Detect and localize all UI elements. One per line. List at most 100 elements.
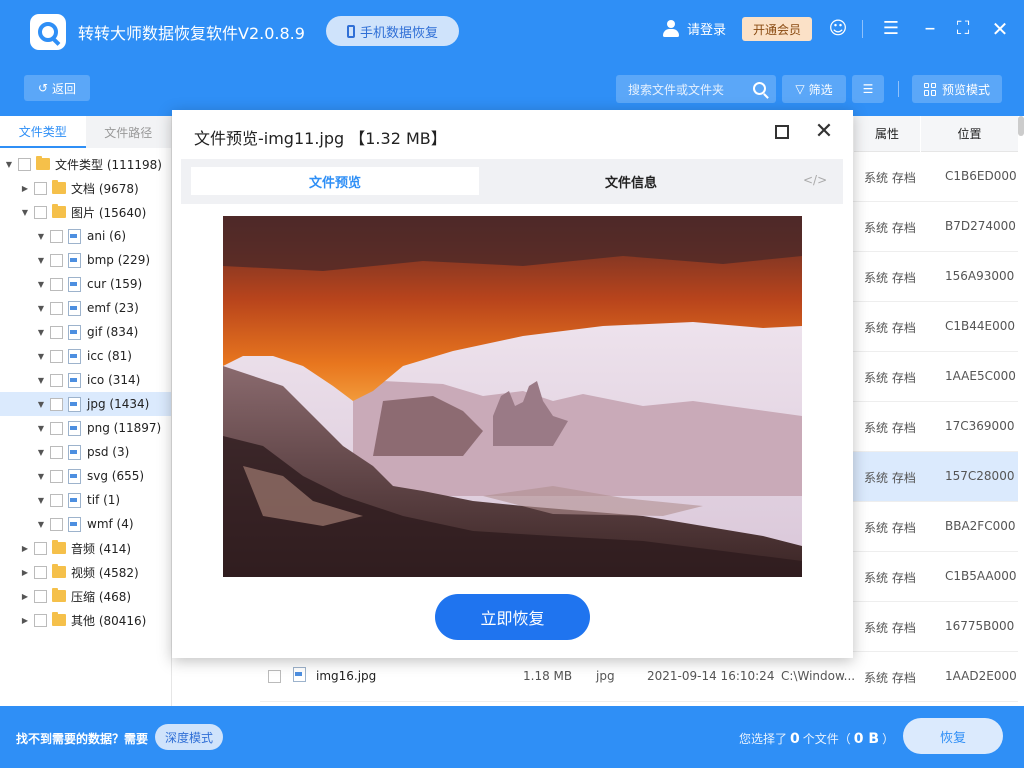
column-header-location[interactable]: 位置	[921, 116, 1018, 152]
maximize-icon[interactable]: ⛶	[953, 19, 973, 39]
chevron-down-icon[interactable]: ▼	[36, 496, 46, 505]
tree-checkbox[interactable]	[50, 253, 63, 267]
back-icon: ↺	[37, 81, 49, 95]
chevron-down-icon[interactable]: ▼	[36, 232, 46, 241]
minimize-icon[interactable]: –	[920, 18, 940, 40]
code-icon[interactable]: </>	[803, 173, 827, 187]
tree-item[interactable]: ▼ 图片 (15640)	[0, 200, 171, 224]
preview-mode-label: 预览模式	[941, 82, 990, 97]
chevron-right-icon[interactable]: ▶	[20, 568, 30, 577]
tree-item[interactable]: ▼ ani (6)	[0, 224, 171, 248]
tree-item[interactable]: ▼ png (11897)	[0, 416, 171, 440]
tab-file-type[interactable]: 文件类型	[0, 116, 86, 148]
tree-item[interactable]: ▼ psd (3)	[0, 440, 171, 464]
search-input[interactable]: 搜索文件或文件夹	[616, 75, 776, 103]
tree-checkbox[interactable]	[50, 229, 63, 243]
file-type-icon	[68, 324, 81, 340]
chevron-down-icon[interactable]: ▼	[20, 208, 30, 217]
tree-checkbox[interactable]	[50, 517, 63, 531]
recover-button[interactable]: 恢复	[903, 718, 1003, 754]
tree-checkbox[interactable]	[50, 445, 63, 459]
tree-item[interactable]: ▶ 视频 (4582)	[0, 560, 171, 584]
file-type-tree: ▼ 文件类型 (111198) ▶ 文档 (9678) ▼ 图片 (15640) ▼ ani …	[0, 148, 171, 632]
tree-item[interactable]: ▼ gif (834)	[0, 320, 171, 344]
tree-item[interactable]: ▼ icc (81)	[0, 344, 171, 368]
close-icon[interactable]: ✕	[990, 19, 1010, 39]
chevron-down-icon[interactable]: ▼	[36, 328, 46, 337]
maximize-icon[interactable]	[775, 125, 789, 139]
tab-file-path[interactable]: 文件路径	[85, 116, 171, 148]
tree-item[interactable]: ▼ emf (23)	[0, 296, 171, 320]
row-checkbox[interactable]	[268, 670, 281, 683]
chevron-right-icon[interactable]: ▶	[20, 592, 30, 601]
file-location: 16775B000	[945, 619, 1015, 633]
restore-now-button[interactable]: 立即恢复	[435, 594, 590, 640]
tree-checkbox[interactable]	[34, 181, 47, 195]
tree-item[interactable]: ▼ bmp (229)	[0, 248, 171, 272]
tree-checkbox[interactable]	[50, 277, 63, 291]
tree-checkbox[interactable]	[50, 493, 63, 507]
chevron-right-icon[interactable]: ▶	[20, 184, 30, 193]
advanced-search-icon[interactable]: ☰	[852, 75, 884, 103]
tree-item-label: 文件类型 (111198)	[55, 157, 162, 172]
file-attr: 系统 存档	[864, 371, 916, 385]
search-icon[interactable]	[753, 82, 766, 95]
tree-checkbox[interactable]	[50, 397, 63, 411]
tree-checkbox[interactable]	[34, 205, 47, 219]
tree-item[interactable]: ▶ 文档 (9678)	[0, 176, 171, 200]
column-header-attr[interactable]: 属性	[854, 116, 920, 152]
tree-checkbox[interactable]	[50, 325, 63, 339]
tree-item[interactable]: ▶ 音频 (414)	[0, 536, 171, 560]
vip-button[interactable]: 开通会员	[742, 17, 812, 41]
tree-checkbox[interactable]	[18, 157, 31, 171]
file-type-icon	[68, 372, 81, 388]
tree-item[interactable]: ▼ svg (655)	[0, 464, 171, 488]
tree-checkbox[interactable]	[50, 373, 63, 387]
chevron-down-icon[interactable]: ▼	[36, 400, 46, 409]
tree-checkbox[interactable]	[50, 469, 63, 483]
chevron-down-icon[interactable]: ▼	[36, 424, 46, 433]
filter-button[interactable]: ▽ 筛选	[782, 75, 846, 103]
table-row[interactable]: img16.jpg 1.18 MB jpg 2021-09-14 16:10:2…	[260, 652, 1018, 702]
tab-file-preview[interactable]: 文件预览	[191, 167, 479, 195]
tree-checkbox[interactable]	[50, 349, 63, 363]
chevron-down-icon[interactable]: ▼	[36, 304, 46, 313]
chevron-down-icon[interactable]: ▼	[36, 520, 46, 529]
title-bar: 转转大师数据恢复软件V2.0.8.9 手机数据恢复 请登录 开通会员 ☺ ☰ –…	[0, 0, 1024, 62]
tree-checkbox[interactable]	[34, 613, 47, 627]
tree-item[interactable]: ▼ tif (1)	[0, 488, 171, 512]
tree-item[interactable]: ▼ cur (159)	[0, 272, 171, 296]
back-button[interactable]: ↺ 返回	[24, 75, 90, 101]
tree-item[interactable]: ▼ wmf (4)	[0, 512, 171, 536]
login-button[interactable]: 请登录	[662, 19, 726, 38]
chevron-down-icon[interactable]: ▼	[36, 376, 46, 385]
support-icon[interactable]: ☺	[828, 19, 848, 39]
tree-checkbox[interactable]	[50, 421, 63, 435]
tree-checkbox[interactable]	[50, 301, 63, 315]
chevron-right-icon[interactable]: ▶	[20, 616, 30, 625]
menu-icon[interactable]: ☰	[881, 19, 901, 39]
list-scrollbar[interactable]	[1018, 116, 1024, 136]
tree-checkbox[interactable]	[34, 565, 47, 579]
tree-checkbox[interactable]	[34, 541, 47, 555]
tree-item[interactable]: ▼ 文件类型 (111198)	[0, 152, 171, 176]
chevron-down-icon[interactable]: ▼	[36, 280, 46, 289]
tree-checkbox[interactable]	[34, 589, 47, 603]
tree-item[interactable]: ▶ 压缩 (468)	[0, 584, 171, 608]
chevron-down-icon[interactable]: ▼	[4, 160, 14, 169]
tab-file-info[interactable]: 文件信息	[481, 167, 781, 195]
phone-recovery-button[interactable]: 手机数据恢复	[326, 16, 459, 46]
chevron-down-icon[interactable]: ▼	[36, 472, 46, 481]
chevron-down-icon[interactable]: ▼	[36, 256, 46, 265]
chevron-right-icon[interactable]: ▶	[20, 544, 30, 553]
deep-mode-button[interactable]: 深度模式	[155, 724, 223, 750]
tree-item[interactable]: ▼ ico (314)	[0, 368, 171, 392]
selection-prefix: 您选择了	[739, 732, 788, 746]
chevron-down-icon[interactable]: ▼	[36, 352, 46, 361]
preview-mode-button[interactable]: 预览模式	[912, 75, 1002, 103]
tree-item[interactable]: ▼ jpg (1434)	[0, 392, 171, 416]
divider	[862, 20, 863, 38]
close-icon[interactable]: ✕	[814, 120, 834, 144]
chevron-down-icon[interactable]: ▼	[36, 448, 46, 457]
tree-item[interactable]: ▶ 其他 (80416)	[0, 608, 171, 632]
